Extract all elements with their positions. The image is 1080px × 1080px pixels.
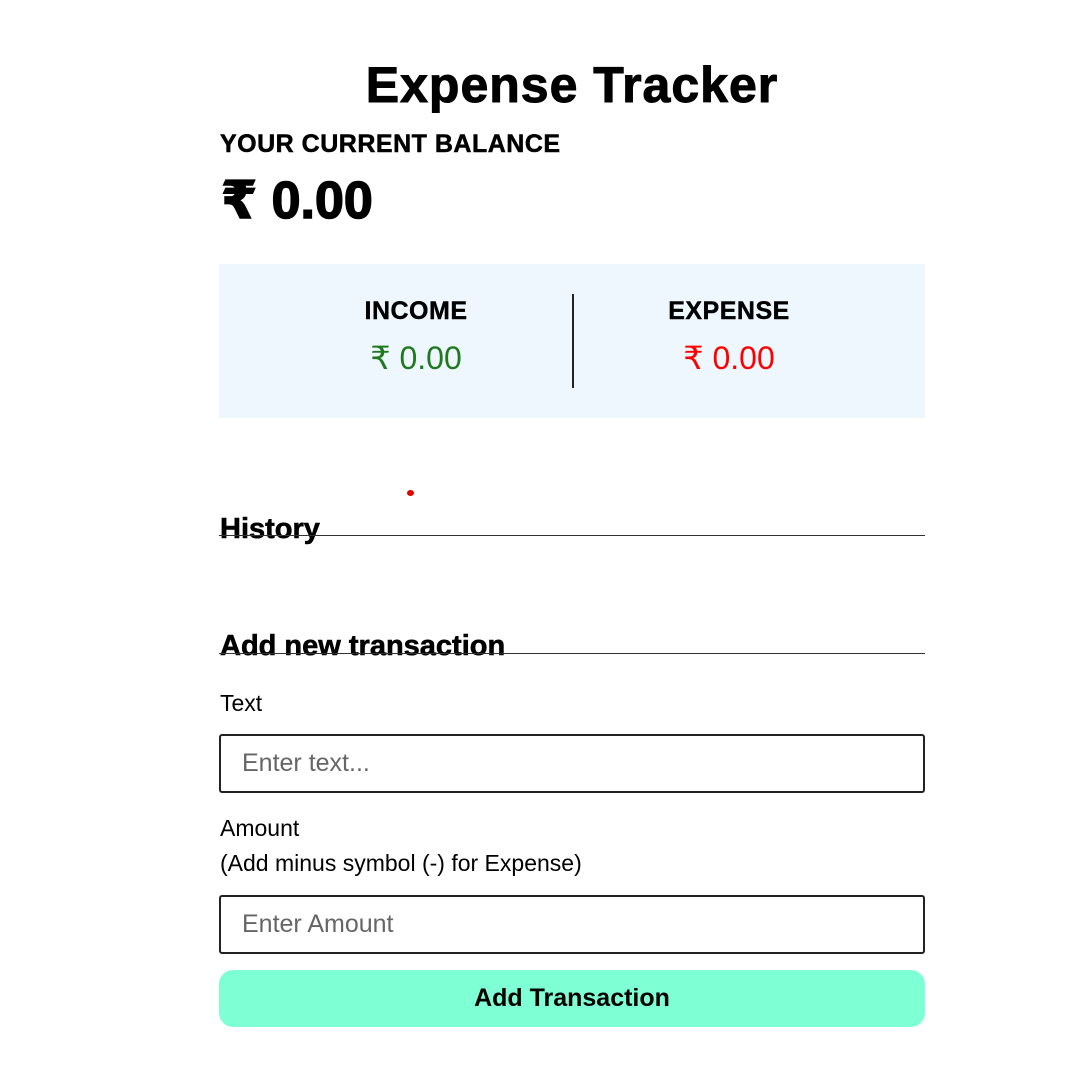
- balance-value: ₹ 0.00: [220, 172, 373, 230]
- add-transaction-divider: [219, 653, 925, 654]
- expense-column: EXPENSE ₹ 0.00: [579, 297, 879, 376]
- income-column: INCOME ₹ 0.00: [266, 297, 566, 376]
- history-heading: History: [220, 513, 321, 545]
- income-expense-summary: INCOME ₹ 0.00 EXPENSE ₹ 0.00: [219, 264, 925, 418]
- expense-label: EXPENSE: [668, 297, 790, 325]
- text-field-label: Text: [220, 690, 263, 716]
- text-input[interactable]: [219, 734, 925, 793]
- add-transaction-heading: Add new transaction: [220, 630, 506, 662]
- red-dot-marker: [407, 490, 414, 496]
- balance-label: YOUR CURRENT BALANCE: [220, 130, 561, 158]
- add-transaction-button[interactable]: Add Transaction: [219, 970, 925, 1027]
- amount-label-hint: (Add minus symbol (-) for Expense): [220, 850, 582, 876]
- app-title: Expense Tracker: [365, 56, 779, 113]
- amount-label-line1: Amount: [220, 815, 300, 841]
- income-value: ₹ 0.00: [370, 340, 462, 376]
- amount-field-label: Amount (Add minus symbol (-) for Expense): [220, 811, 582, 881]
- amount-input[interactable]: [219, 895, 925, 954]
- expense-value: ₹ 0.00: [683, 340, 775, 376]
- income-label: INCOME: [364, 297, 468, 325]
- summary-divider: [572, 294, 574, 388]
- history-divider: [219, 535, 925, 536]
